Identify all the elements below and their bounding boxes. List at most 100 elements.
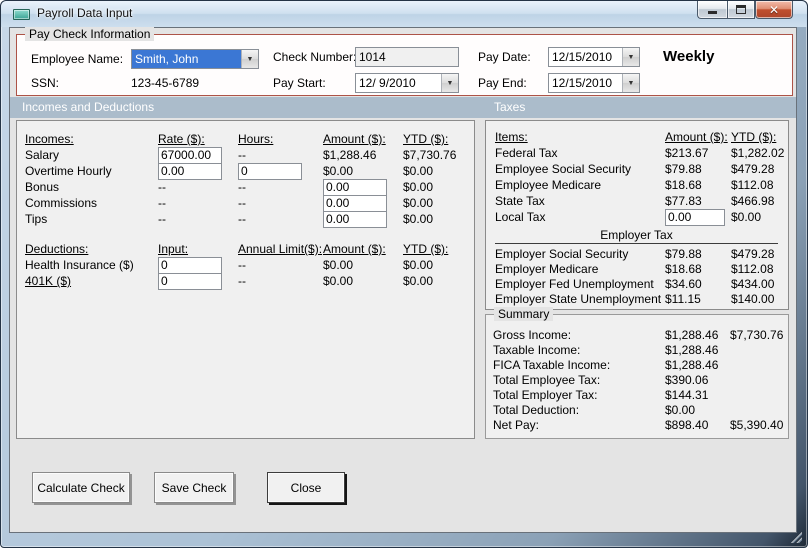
payroll-window: Payroll Data Input ✕ Pay Check Informati…	[0, 0, 808, 548]
form-client-area: Pay Check Information Employee Name: Smi…	[9, 27, 797, 533]
commissions-amount-input[interactable]	[323, 194, 387, 212]
ssn-label: SSN:	[31, 76, 60, 90]
income-ytd: $0.00	[403, 196, 434, 210]
tax-ytd: $140.00	[731, 291, 775, 306]
check-number-value: 1014	[359, 50, 386, 64]
pay-end-value: 12/15/2010	[552, 76, 613, 90]
employee-name-label: Employee Name:	[31, 52, 124, 66]
window-title: Payroll Data Input	[37, 6, 133, 20]
income-label: Bonus	[25, 180, 60, 194]
summary-amount: $390.06	[665, 372, 709, 387]
local-tax-input[interactable]	[665, 208, 725, 226]
tax-label: Employer Social Security	[495, 246, 629, 261]
tax-amount: $79.88	[665, 246, 702, 261]
check-number-field[interactable]: 1014	[355, 47, 459, 67]
employer-taxes-table: Employer Social Security $79.88 $479.28 …	[495, 246, 788, 306]
summary-label: FICA Taxable Income:	[493, 357, 611, 372]
summary-label: Net Pay:	[493, 417, 540, 432]
pay-frequency-label: Weekly	[663, 48, 715, 65]
pay-start-picker[interactable]: 12/ 9/2010 ▼	[355, 73, 459, 93]
check-number-label: Check Number:	[273, 50, 357, 64]
summary-group-label: Summary	[494, 307, 554, 321]
income-label: Commissions	[25, 196, 98, 210]
tax-label: Local Tax	[495, 210, 546, 224]
summary-amount: $1,288.46	[665, 342, 719, 357]
tax-amount: $77.83	[665, 194, 702, 208]
income-label: Tips	[25, 212, 48, 226]
summary-label: Total Employee Tax:	[493, 372, 601, 387]
amount-col-header: Amount ($):	[665, 130, 728, 144]
chevron-down-icon[interactable]: ▼	[622, 48, 639, 66]
incomes-col-header: Incomes:	[25, 132, 74, 146]
summary-amount: $1,288.46	[665, 357, 719, 372]
tax-label: Federal Tax	[495, 146, 558, 160]
tax-amount: $18.68	[665, 178, 702, 192]
close-check-button[interactable]: Close	[267, 472, 345, 503]
income-hours: --	[238, 196, 246, 210]
tax-ytd: $479.28	[731, 162, 775, 176]
overtime-hours-input[interactable]	[238, 162, 302, 180]
maximize-icon	[736, 5, 746, 14]
income-hours: --	[238, 212, 246, 226]
bonus-amount-input[interactable]	[323, 178, 387, 196]
income-rate: --	[158, 196, 166, 210]
tax-label: Employee Medicare	[495, 178, 602, 192]
hours-col-header: Hours:	[238, 132, 274, 146]
income-hours: --	[238, 148, 246, 162]
chevron-down-icon[interactable]: ▼	[622, 74, 639, 92]
incomes-table: Incomes: Rate ($): Hours: Amount ($): YT…	[25, 131, 474, 228]
salary-rate-input[interactable]	[158, 146, 222, 164]
chevron-down-icon[interactable]: ▼	[441, 74, 458, 92]
deduction-limit: --	[238, 258, 246, 272]
tips-amount-input[interactable]	[323, 210, 387, 228]
income-rate: --	[158, 180, 166, 194]
tax-label: Employer Fed Unemployment	[495, 276, 654, 291]
income-hours: --	[238, 180, 246, 194]
employee-name-value: Smith, John	[132, 50, 241, 68]
tax-ytd: $0.00	[731, 210, 762, 224]
tax-ytd: $1,282.02	[731, 146, 785, 160]
close-button[interactable]: ✕	[755, 1, 793, 19]
income-rate: --	[158, 212, 166, 226]
pay-end-picker[interactable]: 12/15/2010 ▼	[548, 73, 640, 93]
tax-ytd: $466.98	[731, 194, 775, 208]
pay-date-picker[interactable]: 12/15/2010 ▼	[548, 47, 640, 67]
income-ytd: $0.00	[403, 164, 434, 178]
health-insurance-input[interactable]	[158, 256, 222, 274]
tax-ytd: $434.00	[731, 276, 775, 291]
tax-label: State Tax	[495, 194, 545, 208]
401k-link[interactable]: 401K ($)	[25, 274, 158, 288]
maximize-button[interactable]	[727, 1, 755, 19]
tax-ytd: $112.08	[731, 261, 774, 276]
pay-date-value: 12/15/2010	[552, 50, 613, 64]
overtime-rate-input[interactable]	[158, 162, 222, 180]
title-bar[interactable]: Payroll Data Input ✕	[1, 1, 807, 27]
deduction-amount: $0.00	[323, 274, 354, 288]
summary-table: Gross Income: $1,288.46 $7,730.76 Taxabl…	[493, 327, 788, 432]
incomes-deductions-header: Incomes and Deductions	[22, 100, 155, 114]
deduction-ytd: $0.00	[403, 274, 434, 288]
tax-amount: $213.67	[665, 146, 709, 160]
ytd-col-header: YTD ($):	[731, 130, 777, 144]
minimize-icon	[708, 10, 717, 14]
items-col-header: Items:	[495, 130, 528, 144]
section-header-strip: Incomes and Deductions Taxes	[10, 97, 796, 118]
calculate-check-button[interactable]: Calculate Check	[32, 472, 130, 503]
annual-limit-col-header: Annual Limit($):	[238, 242, 323, 256]
summary-label: Total Deduction:	[493, 402, 580, 417]
summary-ytd: $7,730.76	[730, 327, 784, 342]
income-ytd: $7,730.76	[403, 148, 457, 162]
minimize-button[interactable]	[697, 1, 727, 19]
deductions-table: Deductions: Input: Annual Limit($): Amou…	[25, 241, 474, 290]
taxes-panel: Items: Amount ($): YTD ($): Federal Tax …	[485, 120, 789, 310]
incomes-deductions-panel: Incomes: Rate ($): Hours: Amount ($): YT…	[16, 120, 475, 439]
employee-name-select[interactable]: Smith, John ▼	[131, 49, 259, 69]
input-col-header: Input:	[158, 242, 189, 256]
save-check-button[interactable]: Save Check	[154, 472, 234, 503]
deduction-ytd: $0.00	[403, 258, 434, 272]
401k-input[interactable]	[158, 272, 222, 290]
tax-ytd: $112.08	[731, 178, 774, 192]
deduction-limit: --	[238, 274, 246, 288]
chevron-down-icon[interactable]: ▼	[241, 50, 258, 68]
summary-label: Total Employer Tax:	[493, 387, 598, 402]
